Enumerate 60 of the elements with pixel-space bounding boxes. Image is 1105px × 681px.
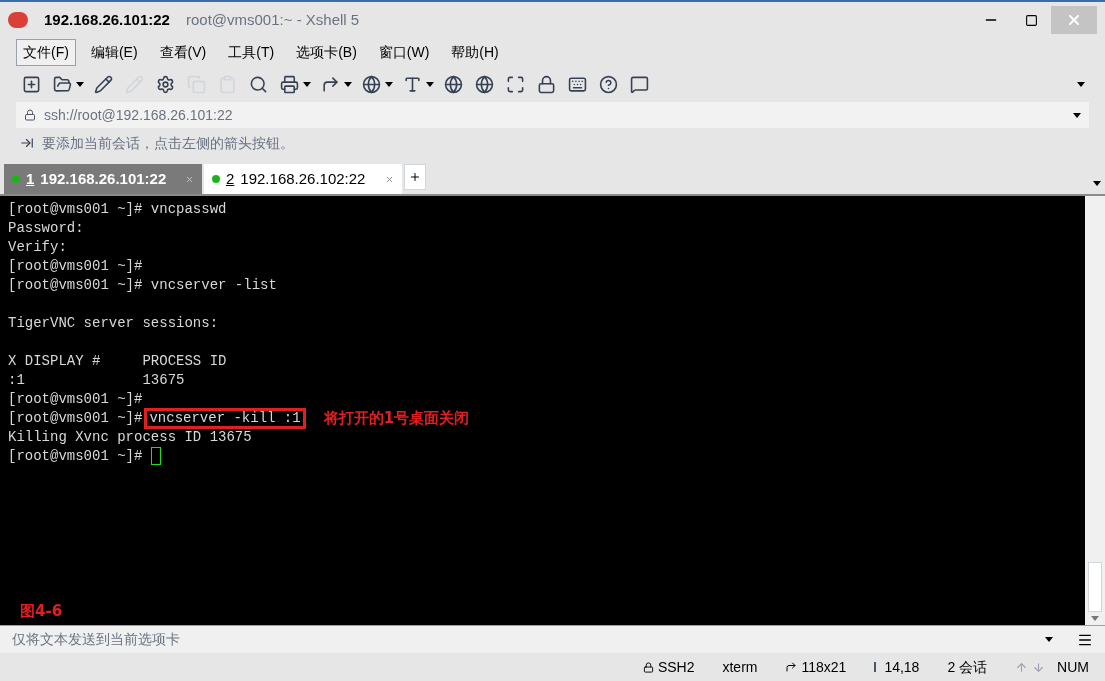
caret-icon[interactable] (344, 81, 352, 87)
arrow-down-icon (1032, 660, 1046, 674)
menu-item[interactable]: 选项卡(B) (289, 38, 364, 66)
send-bar[interactable]: 仅将文本发送到当前选项卡 (0, 625, 1105, 653)
new-tab-button[interactable] (404, 164, 426, 190)
command-highlight: vncserver -kill :1 (144, 408, 306, 429)
status-item: 2 会话 (947, 657, 988, 677)
menu-item[interactable]: 编辑(E) (83, 38, 145, 66)
terminal-line: [root@vms001 ~]# (8, 447, 144, 466)
arrow-icon[interactable] (20, 136, 34, 150)
status-item: 14,18 (884, 657, 920, 677)
terminal-line: :1 13675 (8, 371, 185, 390)
menu-item[interactable]: 查看(V) (152, 38, 214, 66)
terminal-line: Verify: (8, 238, 67, 257)
terminal-line: [root@vms001 ~]# (8, 390, 143, 409)
terminal-line: [root@vms001 ~]# (8, 257, 143, 276)
terminal-line: TigerVNC server sessions: (8, 314, 219, 333)
menu-item[interactable]: 文件(F) (16, 38, 76, 66)
terminal-line: [root@vms001 ~]# vncpasswd (8, 200, 227, 219)
window-title: 192.168.26.101:22 (44, 9, 170, 30)
menu-item[interactable]: 工具(T) (221, 38, 282, 66)
figure-label: 图4-6 (20, 602, 63, 621)
arrow-up-icon (1015, 660, 1029, 674)
send-text-field[interactable]: 仅将文本发送到当前选项卡 (12, 629, 1037, 650)
status-item: 118x21 (801, 657, 847, 677)
address-field[interactable]: ssh://root@192.168.26.101:22 (44, 104, 1065, 126)
lock-icon (642, 661, 654, 673)
menu-item[interactable]: 窗口(W) (371, 38, 437, 66)
caret-icon[interactable] (76, 81, 84, 87)
window-subtitle: root@vms001:~ - Xshell 5 (185, 9, 360, 30)
caret-icon[interactable] (1045, 637, 1053, 642)
status-item: SSH2 (657, 657, 695, 677)
caret-icon[interactable] (1077, 81, 1085, 87)
status-item: NUM (1057, 657, 1089, 677)
plus-icon[interactable] (409, 171, 421, 183)
scrollbar-thumb[interactable] (1088, 562, 1102, 612)
address-bar[interactable]: ssh://root@192.168.26.101:22 (16, 102, 1089, 128)
hint-text: 要添加当前会话，点击左侧的箭头按钮。 (42, 133, 294, 153)
annotation-text: 将打开的1号桌面关闭 (323, 409, 470, 428)
menu-item[interactable]: 帮助(H) (444, 38, 506, 66)
caret-icon[interactable] (426, 81, 434, 87)
caret-icon[interactable] (1093, 181, 1101, 186)
terminal-line: [root@vms001 ~]# vncserver -list (8, 276, 277, 295)
status-item: xterm (722, 657, 758, 677)
maximize-icon[interactable] (1024, 13, 1038, 27)
caret-icon[interactable] (385, 81, 393, 87)
app-logo-icon (8, 12, 28, 28)
session-tab[interactable]: 2 192.168.26.102:22 (204, 164, 402, 194)
terminal-line: Killing Xvnc process ID 13675 (8, 428, 252, 447)
session-tab[interactable]: 1 192.168.26.101:22 (4, 164, 202, 194)
terminal-line: Password: (8, 219, 84, 238)
caret-icon[interactable] (303, 81, 311, 87)
cursor-icon (150, 447, 161, 465)
terminal-line: [root@vms001 ~]# (8, 409, 143, 428)
caret-icon[interactable] (1073, 112, 1081, 118)
scrollbar[interactable] (1085, 196, 1105, 625)
scroll-down-icon[interactable] (1091, 616, 1099, 621)
close-tab-icon[interactable] (385, 174, 394, 184)
terminal-line: X DISPLAY # PROCESS ID (8, 352, 227, 371)
lock-icon (24, 109, 36, 121)
